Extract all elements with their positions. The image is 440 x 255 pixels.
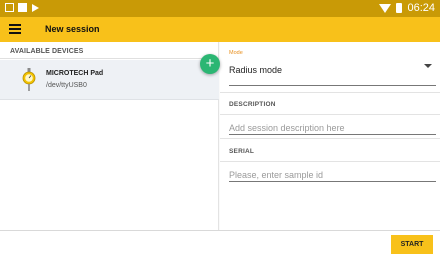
- battery-icon: [396, 3, 403, 13]
- dropdown-arrow-icon: [424, 64, 432, 68]
- devices-panel: AVAILABLE DEVICES MICROTECH Pad /dev/tty…: [0, 42, 219, 230]
- image-icon: [5, 3, 14, 12]
- play-store-icon: [32, 3, 39, 12]
- devices-header-divider: [0, 58, 219, 59]
- mode-value: Radius mode: [229, 65, 283, 75]
- status-icons-left: [5, 3, 39, 12]
- status-bar: 06:24: [0, 0, 440, 17]
- add-device-button[interactable]: +: [200, 54, 220, 74]
- device-name: MICROTECH Pad: [46, 70, 104, 77]
- serial-header: SERIAL: [229, 148, 255, 155]
- divider: [220, 161, 440, 162]
- divider: [220, 114, 440, 115]
- bottom-bar: START: [0, 230, 440, 255]
- device-list-item[interactable]: MICROTECH Pad /dev/ttyUSB0: [0, 60, 219, 100]
- mode-label: Mode: [229, 50, 243, 56]
- caliper-indicator-icon: [22, 68, 36, 91]
- app-bar: New session: [0, 17, 440, 42]
- divider: [220, 138, 440, 139]
- plus-icon: +: [205, 55, 215, 72]
- description-header: DESCRIPTION: [229, 101, 276, 108]
- wifi-icon: [379, 3, 392, 13]
- status-icons-right: 06:24: [379, 2, 435, 14]
- description-input[interactable]: [229, 121, 436, 135]
- start-button[interactable]: START: [391, 235, 433, 254]
- mode-underline: [229, 85, 436, 86]
- square-icon: [18, 3, 27, 12]
- device-path: /dev/ttyUSB0: [46, 82, 87, 89]
- hamburger-menu-icon[interactable]: [9, 24, 21, 34]
- session-form: Mode Radius mode DESCRIPTION SERIAL: [220, 42, 440, 230]
- status-time: 06:24: [407, 2, 435, 14]
- devices-header: AVAILABLE DEVICES: [10, 48, 84, 55]
- mode-select[interactable]: Mode Radius mode: [220, 42, 440, 88]
- divider: [220, 92, 440, 93]
- serial-input[interactable]: [229, 168, 436, 182]
- page-title: New session: [45, 24, 100, 34]
